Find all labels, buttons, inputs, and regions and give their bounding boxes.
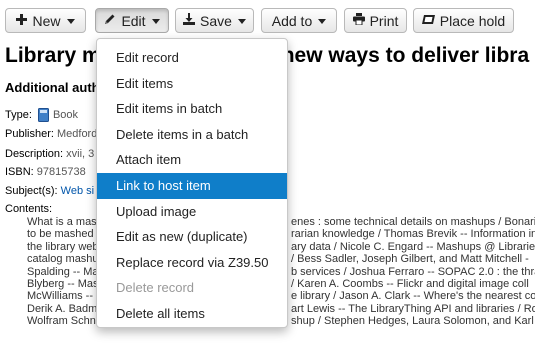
chevron-down-icon xyxy=(66,18,75,24)
description-value: xvii, 3 xyxy=(66,148,95,160)
type-label: Type: xyxy=(5,108,32,121)
menu-item-delete-items-in-batch[interactable]: Delete items in a batch xyxy=(97,122,287,148)
printer-icon xyxy=(352,9,365,32)
edit-button[interactable]: Edit xyxy=(95,8,169,33)
isbn-label: ISBN: xyxy=(5,166,34,178)
contents-line-left: catalog mashu xyxy=(27,253,99,266)
contents-line-left: McWilliams -- xyxy=(27,290,93,303)
contents-line-left: Spalding -- Ma xyxy=(27,265,99,278)
isbn-field: ISBN: 97815738 xyxy=(5,166,86,178)
contents-line-left: Derik A. Badm xyxy=(27,302,98,315)
save-button-label: Save xyxy=(200,12,232,29)
contents-line-left: What is a mash xyxy=(27,216,103,228)
record-title-left: Library m xyxy=(5,44,101,67)
menu-item-replace-record-z3950[interactable]: Replace record via Z39.50 xyxy=(97,250,287,276)
menu-item-edit-as-new[interactable]: Edit as new (duplicate) xyxy=(97,224,287,250)
place-hold-button-label: Place hold xyxy=(439,12,506,29)
new-button[interactable]: New xyxy=(5,8,86,33)
menu-item-delete-record: Delete record xyxy=(116,280,195,296)
toolbar: New Edit Save Add to Print Place hold xyxy=(0,0,535,41)
contents-line-right: enes : some technical details on mashups… xyxy=(291,216,535,228)
type-value: Book xyxy=(52,108,79,121)
contents-line-left: Blyberg -- Mas xyxy=(27,277,99,290)
additional-authors-label: Additional auth xyxy=(5,80,100,95)
download-icon xyxy=(183,9,196,32)
menu-item-edit-record[interactable]: Edit record xyxy=(97,45,287,71)
contents-line-right: / Karen A. Coombs -- Flickr and digital … xyxy=(291,277,529,290)
menu-item-edit-items[interactable]: Edit items xyxy=(97,71,287,97)
publisher-value: Medford xyxy=(56,128,98,140)
save-button[interactable]: Save xyxy=(175,8,254,33)
contents-line-right: rarian knowledge / Thomas Brevik -- Info… xyxy=(291,228,535,241)
contents-line-right: / Bess Sadler, Joseph Gilbert, and Matt … xyxy=(291,253,529,266)
contents-line-right: art Lewis -- The LibraryThing API and li… xyxy=(291,302,535,315)
chevron-down-icon xyxy=(237,18,246,24)
print-button-label: Print xyxy=(369,12,399,29)
publisher-field: Publisher: Medford xyxy=(5,128,97,140)
type-field: Type: Book xyxy=(5,108,78,122)
subject-link[interactable]: Web si xyxy=(61,185,94,197)
description-label: Description: xyxy=(5,148,64,160)
place-hold-button[interactable]: Place hold xyxy=(413,8,514,33)
menu-item-upload-image[interactable]: Upload image xyxy=(97,199,287,225)
chevron-down-icon xyxy=(151,18,160,24)
add-to-button[interactable]: Add to xyxy=(261,8,337,33)
contents-line-right: b services / Joshua Ferraro -- SOPAC 2.0… xyxy=(291,265,535,278)
contents-line-left: the library web xyxy=(27,240,99,253)
record-title-right: new ways to deliver libra xyxy=(281,44,530,67)
menu-item-link-to-host-item[interactable]: Link to host item xyxy=(97,172,287,199)
chevron-down-icon xyxy=(318,18,327,24)
edit-button-label: Edit xyxy=(121,12,146,29)
contents-label: Contents: xyxy=(5,203,53,215)
pencil-icon xyxy=(104,9,116,32)
subjects-field: Subject(s): Web si xyxy=(5,185,94,197)
menu-item-attach-item[interactable]: Attach item xyxy=(97,147,287,173)
isbn-value: 97815738 xyxy=(36,166,86,178)
edit-dropdown-menu: Edit record Edit items Edit items in bat… xyxy=(96,38,288,328)
description-field: Description: xvii, 3 xyxy=(5,148,94,160)
contents-line-right: ary data / Nicole C. Engard -- Mashups @… xyxy=(291,240,535,253)
subjects-label: Subject(s): xyxy=(5,185,58,197)
contents-line-right: e library / Jason A. Clark -- Where's th… xyxy=(291,290,535,303)
print-button[interactable]: Print xyxy=(344,8,407,33)
add-to-button-label: Add to xyxy=(271,12,313,29)
contents-line-left: to be mashed xyxy=(27,228,94,241)
new-button-label: New xyxy=(32,12,61,29)
book-icon xyxy=(37,108,49,122)
menu-item-edit-items-in-batch[interactable]: Edit items in batch xyxy=(97,96,287,122)
publisher-label: Publisher: xyxy=(5,128,54,140)
contents-line-right: shup / Stephen Hedges, Laura Solomon, an… xyxy=(291,315,535,328)
menu-item-delete-all-items[interactable]: Delete all items xyxy=(97,301,287,327)
contents-line-left: Wolfram Schn xyxy=(27,315,96,328)
plus-icon xyxy=(16,9,28,32)
bookmark-icon xyxy=(421,9,435,32)
